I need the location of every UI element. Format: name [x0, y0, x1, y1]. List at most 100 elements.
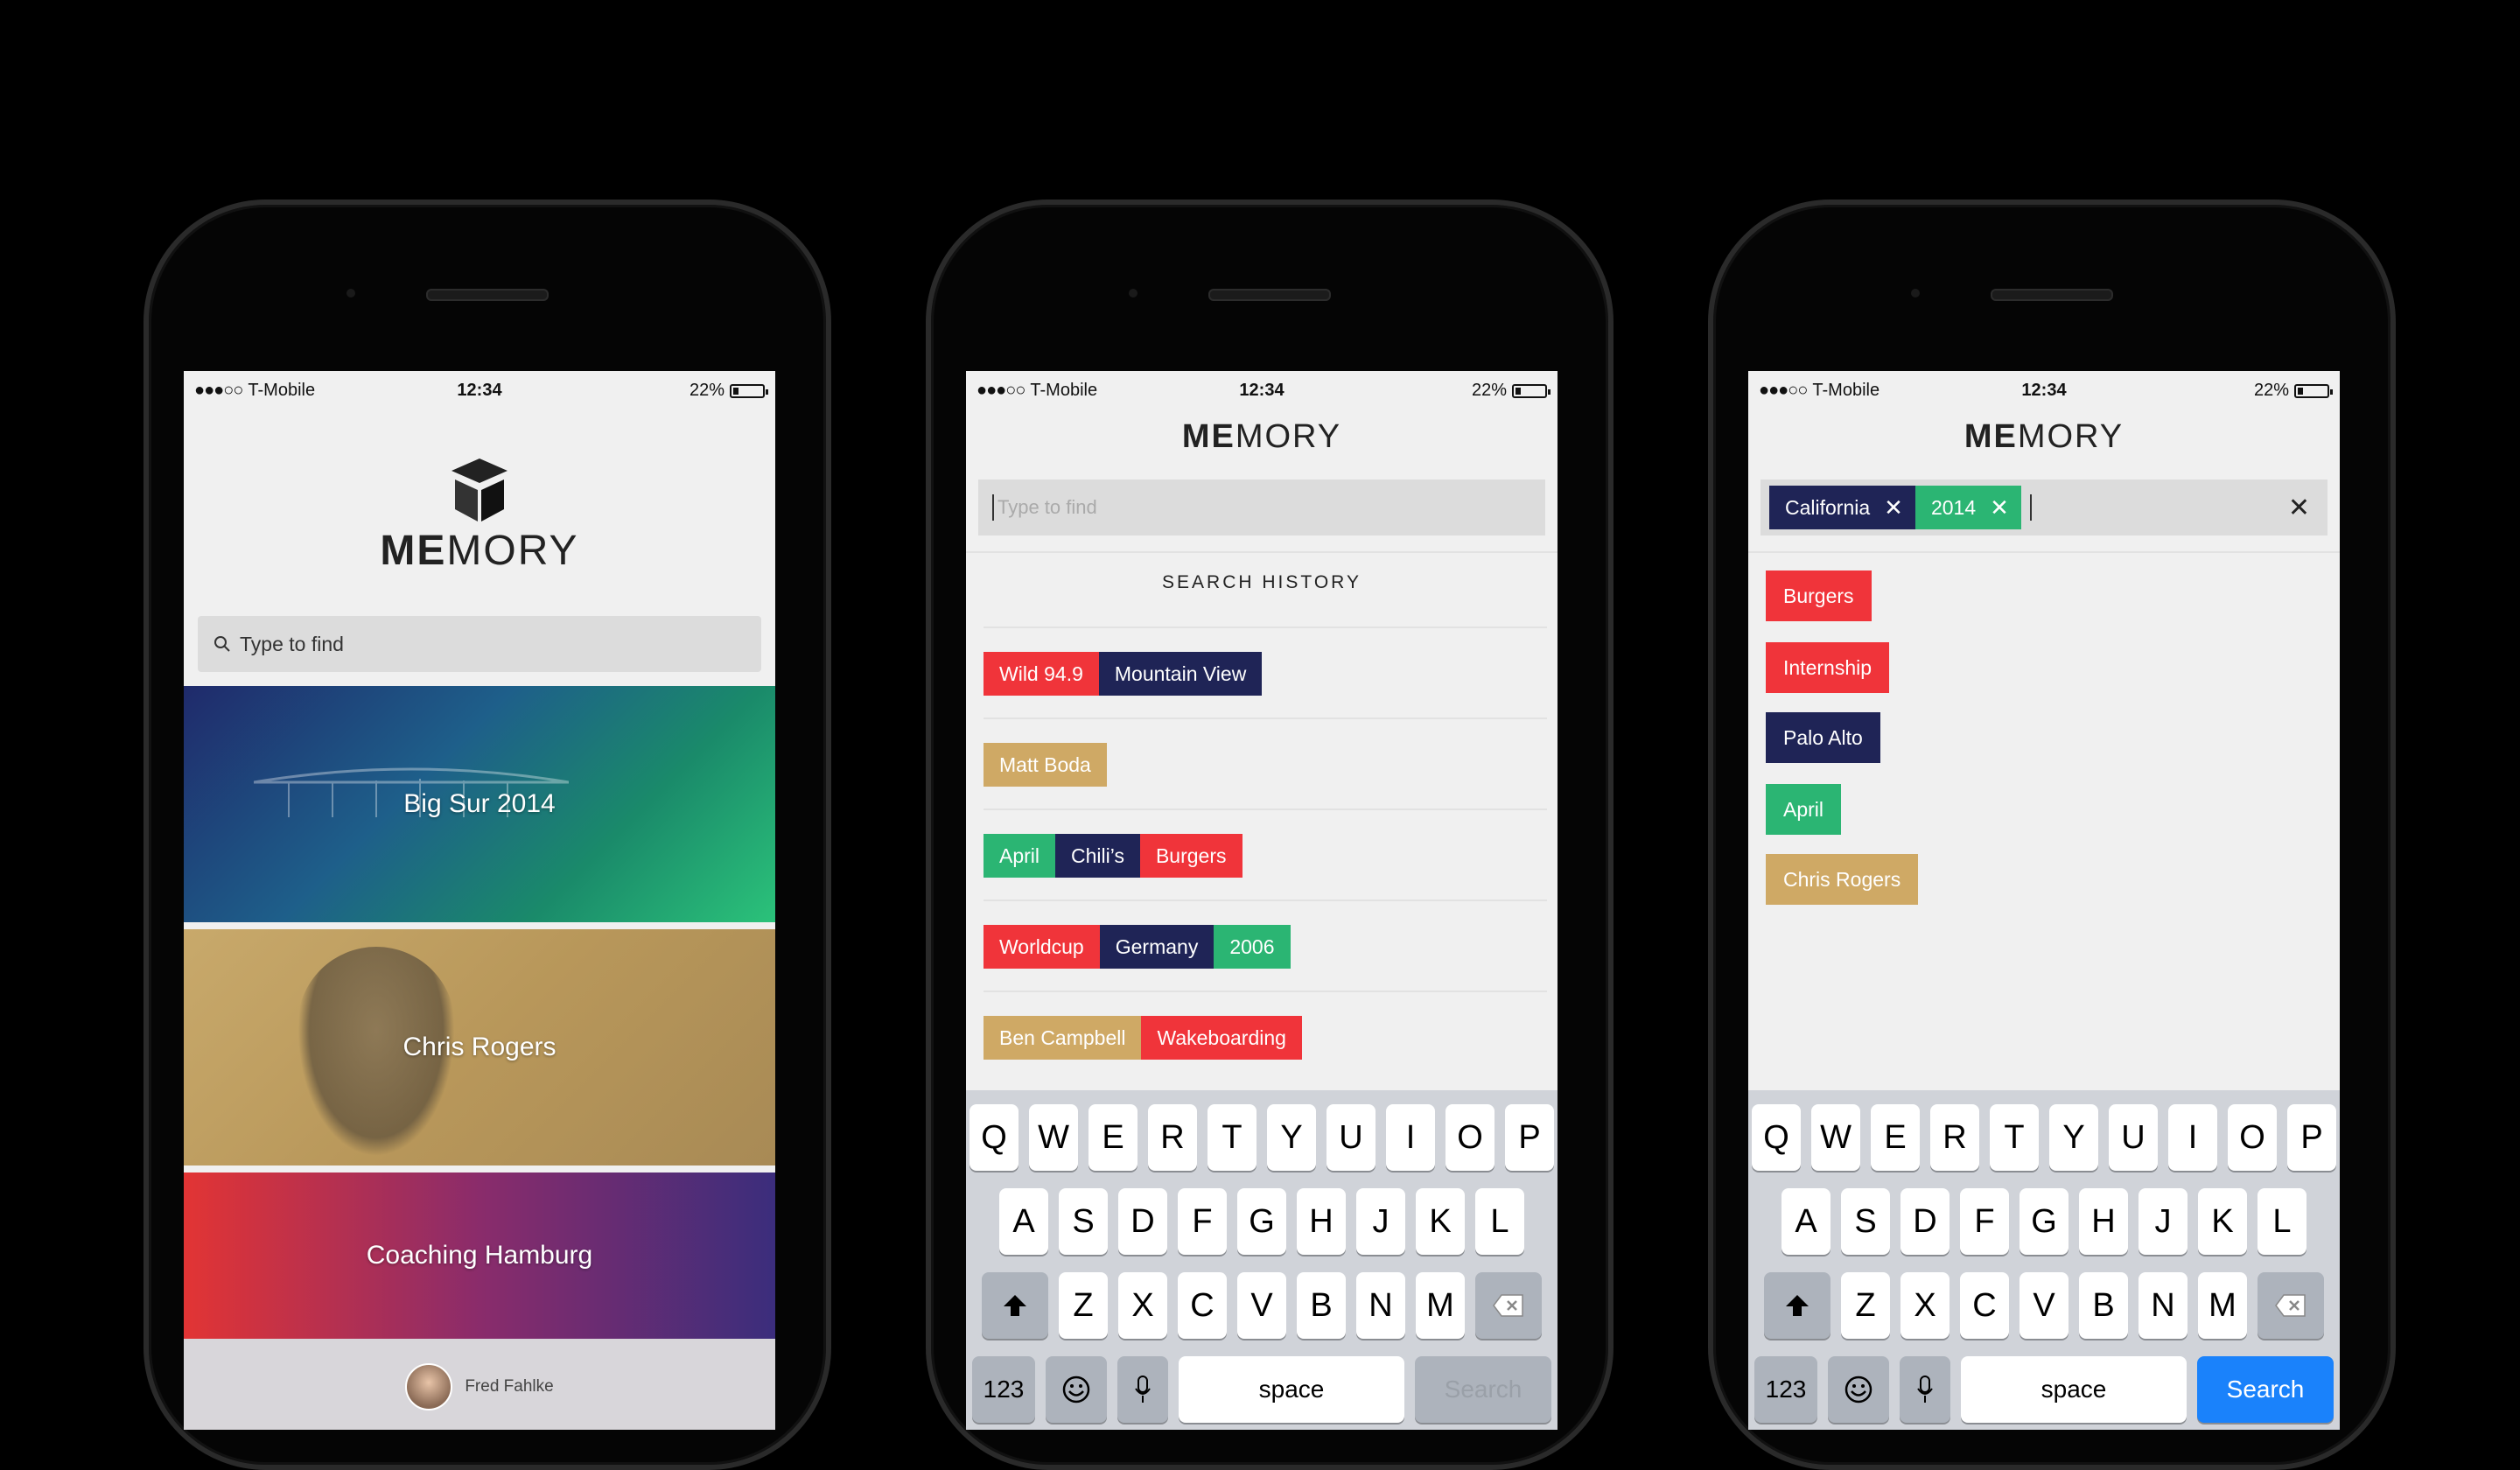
key[interactable]: W	[1811, 1104, 1860, 1171]
key[interactable]: Q	[970, 1104, 1018, 1171]
key[interactable]: M	[2198, 1272, 2247, 1339]
key[interactable]: X	[1900, 1272, 1950, 1339]
dictation-key[interactable]	[1117, 1356, 1168, 1423]
key[interactable]: L	[1475, 1188, 1524, 1255]
key[interactable]: Y	[2049, 1104, 2098, 1171]
search-key[interactable]: Search	[2197, 1356, 2334, 1423]
key[interactable]: Y	[1267, 1104, 1316, 1171]
memory-card[interactable]: Coaching Hamburg	[184, 1172, 775, 1339]
key[interactable]: V	[1237, 1272, 1286, 1339]
key[interactable]: Q	[1752, 1104, 1801, 1171]
key[interactable]: T	[1990, 1104, 2039, 1171]
key[interactable]: N	[1356, 1272, 1405, 1339]
history-row[interactable]: Matt Boda	[984, 718, 1547, 810]
numbers-key[interactable]: 123	[972, 1356, 1035, 1423]
key[interactable]: F	[1960, 1188, 2009, 1255]
history-tag[interactable]: 2006	[1214, 925, 1291, 969]
key[interactable]: J	[1356, 1188, 1405, 1255]
history-tag[interactable]: Wakeboarding	[1141, 1016, 1302, 1060]
history-row[interactable]: Ben Campbell Wakeboarding	[984, 990, 1547, 1083]
result-tag[interactable]: Chris Rogers	[1766, 854, 1919, 905]
key[interactable]: S	[1059, 1188, 1108, 1255]
key[interactable]: L	[2258, 1188, 2306, 1255]
remove-chip-icon[interactable]: ✕	[1884, 496, 1903, 519]
key[interactable]: K	[1416, 1188, 1465, 1255]
result-tag[interactable]: Burgers	[1766, 570, 1872, 621]
key[interactable]: F	[1178, 1188, 1227, 1255]
result-tag[interactable]: April	[1766, 784, 1842, 835]
filter-chip[interactable]: California ✕	[1769, 486, 1915, 529]
key[interactable]: N	[2138, 1272, 2188, 1339]
key[interactable]: O	[2228, 1104, 2277, 1171]
history-tag[interactable]: Matt Boda	[984, 743, 1107, 787]
key[interactable]: A	[1782, 1188, 1830, 1255]
key[interactable]: K	[2198, 1188, 2247, 1255]
key[interactable]: A	[999, 1188, 1048, 1255]
history-row[interactable]: Wild 94.9 Mountain View	[984, 626, 1547, 719]
key[interactable]: P	[1505, 1104, 1554, 1171]
shift-key[interactable]	[1764, 1272, 1830, 1339]
key[interactable]: E	[1088, 1104, 1138, 1171]
search-input[interactable]: California ✕ 2014 ✕ ✕	[1760, 480, 2328, 536]
key[interactable]: H	[2079, 1188, 2128, 1255]
key[interactable]: X	[1118, 1272, 1167, 1339]
filter-chip[interactable]: 2014 ✕	[1914, 486, 2021, 529]
emoji-key[interactable]	[1046, 1356, 1107, 1423]
key[interactable]: J	[2138, 1188, 2188, 1255]
key[interactable]: V	[2020, 1272, 2068, 1339]
space-key[interactable]: space	[1179, 1356, 1404, 1423]
key[interactable]: M	[1416, 1272, 1465, 1339]
numbers-key[interactable]: 123	[1754, 1356, 1817, 1423]
result-tag[interactable]: Internship	[1766, 642, 1890, 693]
key[interactable]: Z	[1841, 1272, 1890, 1339]
key[interactable]: D	[1900, 1188, 1950, 1255]
key[interactable]: G	[2020, 1188, 2068, 1255]
key[interactable]: O	[1446, 1104, 1494, 1171]
key[interactable]: U	[2109, 1104, 2158, 1171]
delete-key[interactable]	[2258, 1272, 2324, 1339]
memory-card-owner[interactable]: Fred Fahlke	[184, 1339, 775, 1430]
key[interactable]: S	[1841, 1188, 1890, 1255]
delete-key[interactable]	[1475, 1272, 1542, 1339]
key[interactable]: C	[1960, 1272, 2009, 1339]
key[interactable]: W	[1029, 1104, 1078, 1171]
space-key[interactable]: space	[1961, 1356, 2187, 1423]
history-tag[interactable]: Burgers	[1139, 834, 1242, 878]
history-row[interactable]: April Chili’s Burgers	[984, 808, 1547, 901]
key[interactable]: E	[1871, 1104, 1920, 1171]
history-tag[interactable]: Germany	[1099, 925, 1214, 969]
key[interactable]: H	[1297, 1188, 1346, 1255]
key[interactable]: I	[2168, 1104, 2217, 1171]
dictation-key[interactable]	[1900, 1356, 1950, 1423]
key[interactable]: B	[2079, 1272, 2128, 1339]
memory-card[interactable]: Chris Rogers	[184, 929, 775, 1166]
key[interactable]: C	[1178, 1272, 1227, 1339]
search-key[interactable]: Search	[1415, 1356, 1551, 1423]
search-input[interactable]: Type to find	[198, 616, 761, 672]
key[interactable]: T	[1208, 1104, 1256, 1171]
memory-card[interactable]: Big Sur 2014	[184, 686, 775, 922]
result-tag[interactable]: Palo Alto	[1766, 712, 1880, 763]
status-bar: ●●●○○ T-Mobile 12:34 22%	[184, 371, 775, 410]
key[interactable]: P	[2287, 1104, 2336, 1171]
shift-key[interactable]	[982, 1272, 1048, 1339]
history-tag[interactable]: Worldcup	[984, 925, 1100, 969]
key[interactable]: R	[1930, 1104, 1979, 1171]
history-tag[interactable]: April	[984, 834, 1056, 878]
history-tag[interactable]: Ben Campbell	[984, 1016, 1142, 1060]
key[interactable]: U	[1326, 1104, 1376, 1171]
key[interactable]: D	[1118, 1188, 1167, 1255]
clear-search-icon[interactable]: ✕	[2288, 493, 2310, 523]
key[interactable]: B	[1297, 1272, 1346, 1339]
remove-chip-icon[interactable]: ✕	[1990, 496, 2009, 519]
history-row[interactable]: Worldcup Germany 2006	[984, 900, 1547, 992]
key[interactable]: R	[1148, 1104, 1197, 1171]
history-tag[interactable]: Mountain View	[1098, 652, 1263, 696]
key[interactable]: I	[1386, 1104, 1435, 1171]
emoji-key[interactable]	[1828, 1356, 1889, 1423]
key[interactable]: Z	[1059, 1272, 1108, 1339]
history-tag[interactable]: Chili’s	[1055, 834, 1140, 878]
key[interactable]: G	[1237, 1188, 1286, 1255]
history-tag[interactable]: Wild 94.9	[984, 652, 1099, 696]
search-input[interactable]: Type to find	[978, 480, 1545, 536]
